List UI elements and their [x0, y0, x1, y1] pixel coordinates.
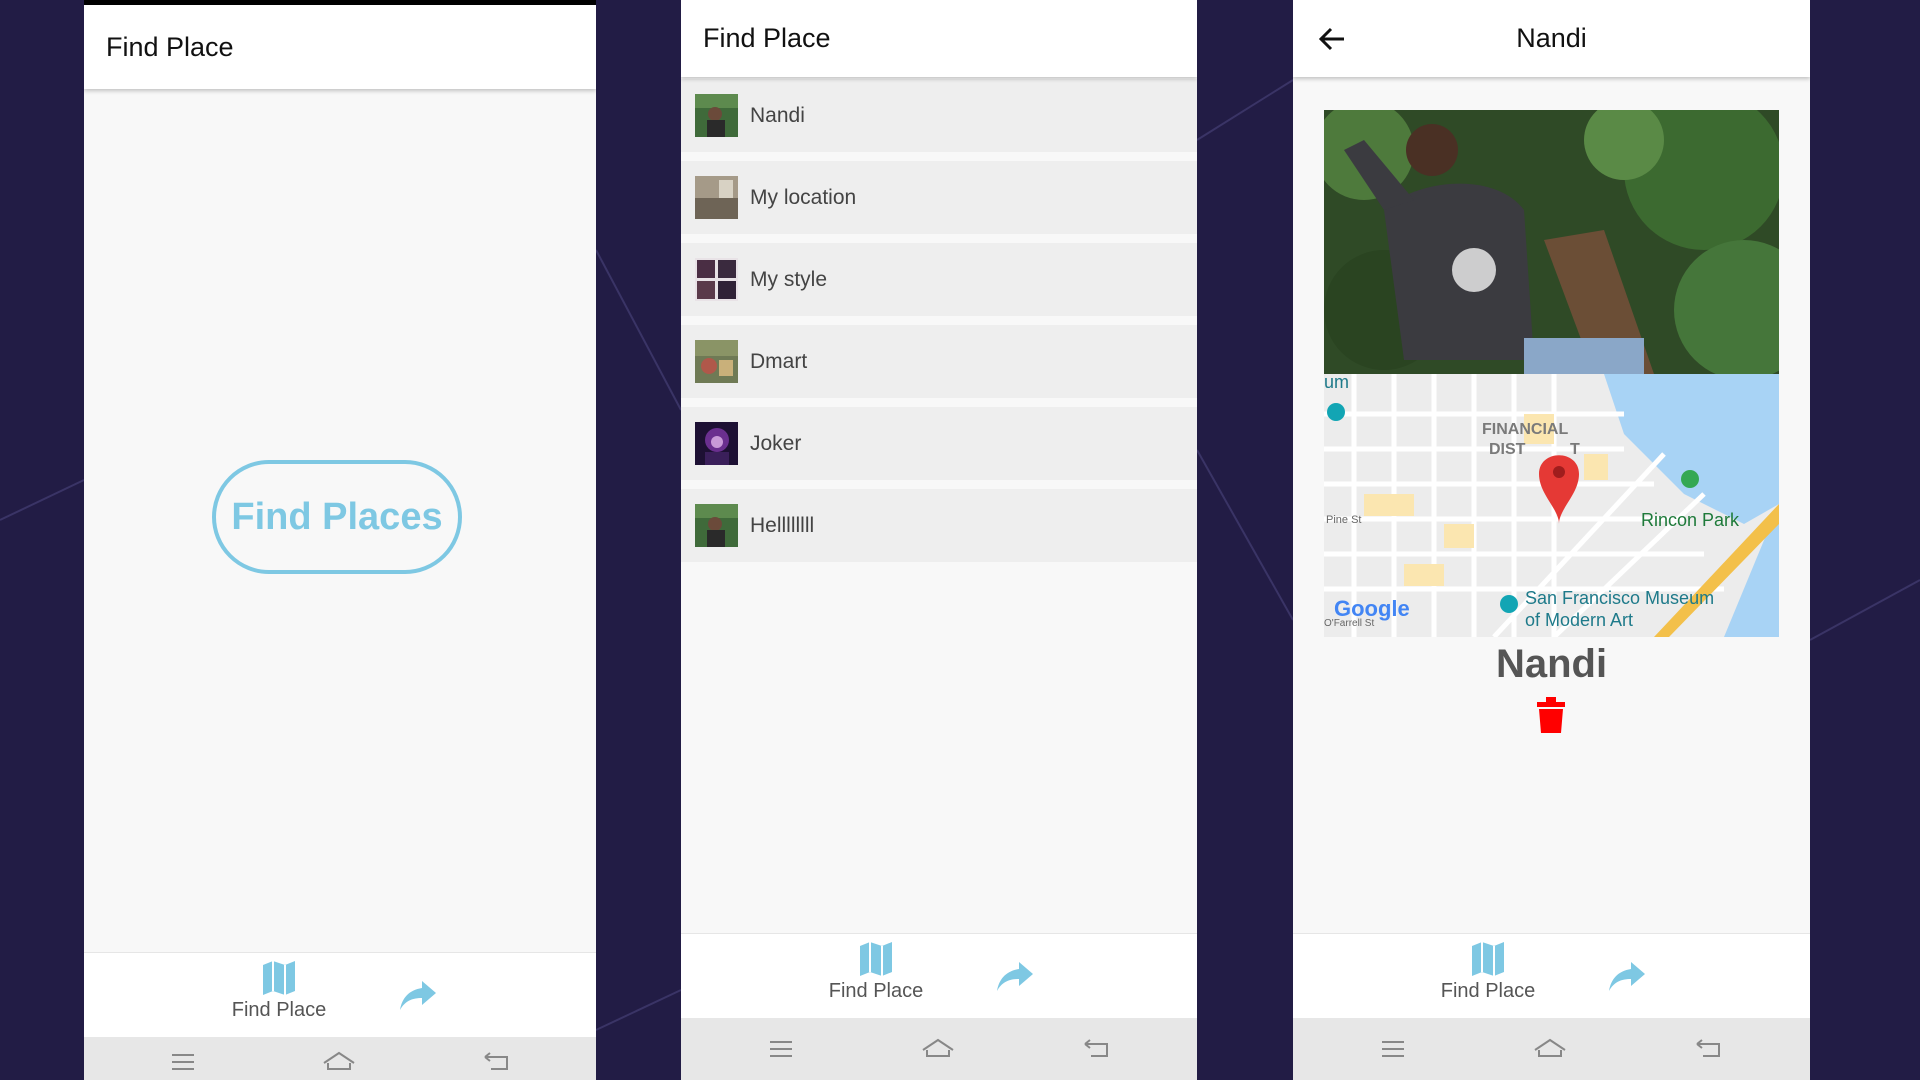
- list-item[interactable]: My location: [681, 161, 1197, 234]
- back-nav-icon[interactable]: [483, 1051, 509, 1073]
- place-thumbnail: [695, 258, 738, 301]
- app-bar: Find Place: [84, 5, 596, 89]
- map-icon: [263, 961, 295, 995]
- map-label-street: Pine St: [1326, 514, 1361, 526]
- list-item[interactable]: My style: [681, 243, 1197, 316]
- map-label-district-2: DIST: [1489, 441, 1526, 458]
- place-title: Nandi: [1495, 642, 1608, 686]
- app-bar: Nandi: [1293, 0, 1810, 77]
- home-icon[interactable]: [921, 1036, 955, 1060]
- map-icon: [1472, 942, 1504, 976]
- tab-label: Find Place: [231, 999, 327, 1021]
- tab-find-place[interactable]: Find Place: [826, 940, 926, 1003]
- screen-place-detail: Nandi um FINANCIAL DIST T Pine St Rincon…: [1293, 0, 1810, 1080]
- system-navigation-bar: [84, 1037, 596, 1080]
- map-label-museum: San Francisco Museum: [1525, 588, 1714, 608]
- home-icon[interactable]: [322, 1049, 356, 1073]
- place-thumbnail: [695, 94, 738, 137]
- place-name: Nandi: [750, 103, 805, 127]
- back-nav-icon[interactable]: [1695, 1038, 1721, 1060]
- map-label-corner: um: [1324, 374, 1349, 392]
- tab-find-place[interactable]: Find Place: [1438, 940, 1538, 1003]
- list-item[interactable]: Nandi: [681, 79, 1197, 152]
- place-name: My style: [750, 267, 828, 291]
- tab-label: Find Place: [1440, 980, 1536, 1002]
- map-icon: [860, 942, 892, 976]
- location-map: um FINANCIAL DIST T Pine St Rincon Park …: [1324, 374, 1779, 637]
- menu-icon[interactable]: [768, 1039, 794, 1059]
- screen-find-place-list: Find Place Nandi My location My style Dm…: [681, 0, 1197, 1080]
- map-label-district: FINANCIAL: [1482, 421, 1568, 438]
- tab-label: Find Place: [828, 980, 924, 1002]
- map-label-district-2-suffix: T: [1570, 441, 1580, 458]
- list-item[interactable]: Dmart: [681, 325, 1197, 398]
- menu-icon[interactable]: [1380, 1039, 1406, 1059]
- place-name: Hellllllll: [750, 513, 815, 537]
- page-title: Find Place: [106, 31, 234, 62]
- arrow-left-icon[interactable]: [1317, 24, 1347, 54]
- menu-icon[interactable]: [170, 1052, 196, 1072]
- back-nav-icon[interactable]: [1083, 1038, 1109, 1060]
- page-title: Nandi: [1516, 23, 1587, 53]
- list-item[interactable]: Joker: [681, 407, 1197, 480]
- home-icon[interactable]: [1533, 1036, 1567, 1060]
- bottom-tab-bar: Find Place: [84, 952, 596, 1038]
- share-icon[interactable]: [995, 960, 1035, 994]
- place-thumbnail: [695, 422, 738, 465]
- place-thumbnail: [695, 176, 738, 219]
- google-logo: Google: [1334, 596, 1410, 621]
- screen-find-place-empty: Find Place Find Places Find Place: [84, 0, 596, 1080]
- place-name: Joker: [750, 431, 802, 455]
- map-label-park: Rincon Park: [1641, 510, 1740, 530]
- share-icon[interactable]: [398, 979, 438, 1013]
- place-thumbnail: [695, 504, 738, 547]
- bottom-tab-bar: Find Place: [1293, 933, 1810, 1019]
- tab-find-place[interactable]: Find Place: [229, 959, 329, 1022]
- share-icon[interactable]: [1607, 960, 1647, 994]
- find-places-button[interactable]: Find Places: [212, 460, 462, 574]
- system-navigation-bar: [1293, 1018, 1810, 1080]
- place-thumbnail: [695, 340, 738, 383]
- bottom-tab-bar: Find Place: [681, 933, 1197, 1019]
- app-bar: Find Place: [681, 0, 1197, 77]
- map-label-museum-2: of Modern Art: [1525, 610, 1633, 630]
- place-list: Nandi My location My style Dmart Joker H…: [681, 79, 1197, 571]
- page-title: Find Place: [703, 23, 831, 53]
- list-item[interactable]: Hellllllll: [681, 489, 1197, 562]
- trash-icon[interactable]: [1536, 696, 1566, 734]
- place-name: Dmart: [750, 349, 808, 373]
- system-navigation-bar: [681, 1018, 1197, 1080]
- place-photo: [1324, 110, 1779, 374]
- place-name: My location: [750, 185, 857, 209]
